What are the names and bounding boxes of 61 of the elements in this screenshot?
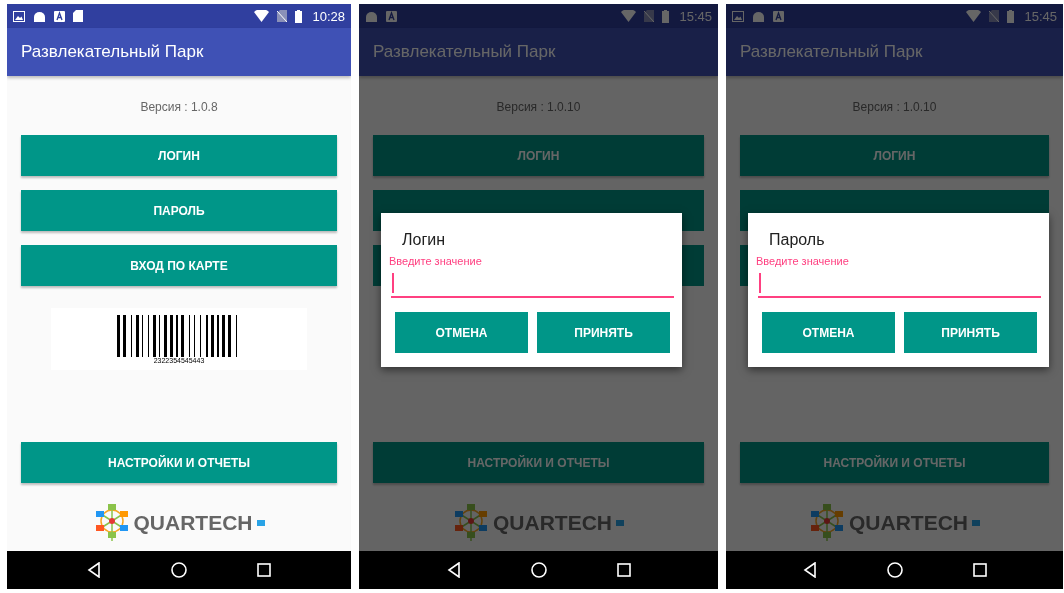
app-title: Развлекательный Парк	[740, 42, 923, 62]
badge-icon	[616, 520, 624, 526]
image-icon	[13, 10, 25, 22]
android-icon	[365, 10, 378, 22]
app-title: Развлекательный Парк	[373, 42, 556, 62]
menu-button[interactable]: ПАРОЛЬ	[21, 190, 337, 231]
home-icon[interactable]	[171, 562, 187, 578]
menu-button[interactable]: ВХОД ПО КАРТЕ	[21, 245, 337, 286]
no-sim-icon	[277, 10, 288, 22]
dialog-button[interactable]: ОТМЕНА	[762, 312, 895, 353]
back-icon[interactable]	[802, 562, 817, 578]
wifi-icon	[966, 10, 982, 22]
version-text: Версия : 1.0.8	[140, 100, 218, 114]
wifi-icon	[254, 10, 270, 22]
version-text: Версия : 1.0.10	[496, 100, 581, 114]
version-text: Версия : 1.0.10	[852, 100, 937, 114]
status-time: 10:28	[312, 8, 345, 24]
dialog-button[interactable]: ОТМЕНА	[395, 312, 528, 353]
sd-card-icon	[73, 10, 83, 22]
recents-icon[interactable]	[616, 563, 631, 577]
menu-button[interactable]: ЛОГИН	[740, 135, 1049, 176]
app-title: Развлекательный Парк	[21, 42, 204, 62]
settings-button[interactable]: НАСТРОЙКИ И ОТЧЕТЫ	[373, 442, 704, 483]
badge-icon	[972, 520, 980, 526]
dialog-title: Пароль	[769, 231, 826, 249]
no-sim-icon	[989, 10, 1000, 22]
dialog-button[interactable]: ПРИНЯТЬ	[904, 312, 1037, 353]
dialog-title: Логин	[402, 231, 446, 249]
battery-icon	[1007, 9, 1015, 23]
battery-icon	[662, 9, 670, 23]
logo-text: QUARTECH	[133, 511, 253, 535]
home-icon[interactable]	[886, 562, 903, 578]
image-icon	[732, 10, 744, 22]
logo-icon	[809, 503, 845, 543]
back-icon[interactable]	[446, 562, 461, 578]
home-icon[interactable]	[530, 562, 547, 578]
wifi-icon	[621, 10, 637, 22]
no-sim-icon	[644, 10, 655, 22]
letter-a-icon	[54, 10, 65, 22]
settings-button[interactable]: НАСТРОЙКИ И ОТЧЕТЫ	[740, 442, 1049, 483]
menu-button[interactable]: ЛОГИН	[21, 135, 337, 176]
logo-text: QUARTECH	[493, 511, 612, 535]
logo-icon	[93, 503, 130, 543]
status-time: 15:45	[679, 8, 712, 24]
android-icon	[752, 10, 765, 22]
battery-icon	[295, 9, 303, 23]
android-icon	[33, 10, 46, 22]
logo-text: QUARTECH	[849, 511, 968, 535]
dialog-button[interactable]: ПРИНЯТЬ	[537, 312, 670, 353]
settings-button[interactable]: НАСТРОЙКИ И ОТЧЕТЫ	[21, 442, 337, 483]
input-field[interactable]: Введите значение	[391, 255, 674, 298]
badge-icon	[256, 520, 265, 526]
logo-icon	[453, 503, 489, 543]
recents-icon[interactable]	[257, 563, 271, 577]
menu-button[interactable]: ЛОГИН	[373, 135, 704, 176]
input-field[interactable]: Введите значение	[758, 255, 1041, 298]
letter-a-icon	[773, 10, 784, 22]
status-time: 15:45	[1024, 8, 1057, 24]
back-icon[interactable]	[87, 562, 101, 578]
letter-a-icon	[386, 10, 397, 22]
recents-icon[interactable]	[972, 563, 987, 577]
